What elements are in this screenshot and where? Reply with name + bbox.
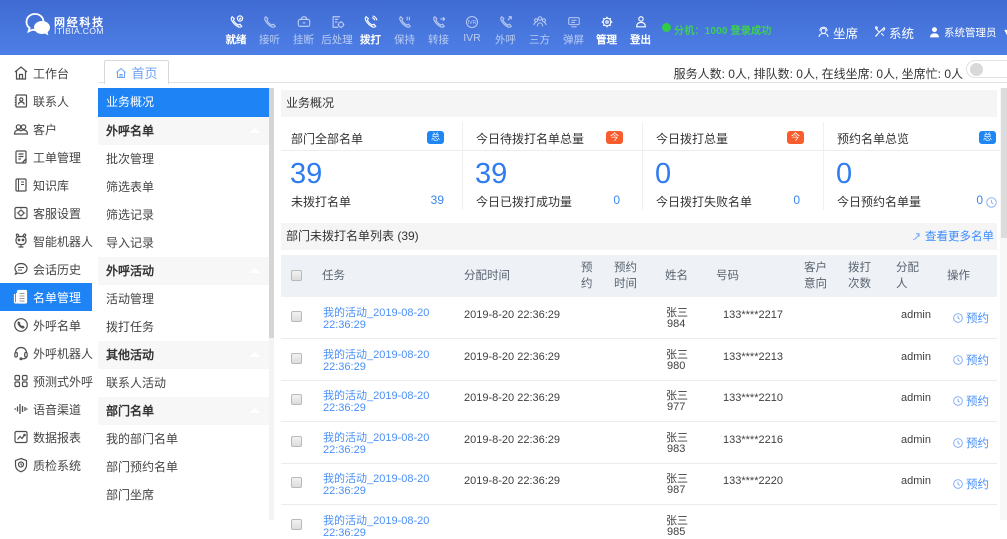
svg-text:IVR: IVR	[468, 20, 477, 26]
